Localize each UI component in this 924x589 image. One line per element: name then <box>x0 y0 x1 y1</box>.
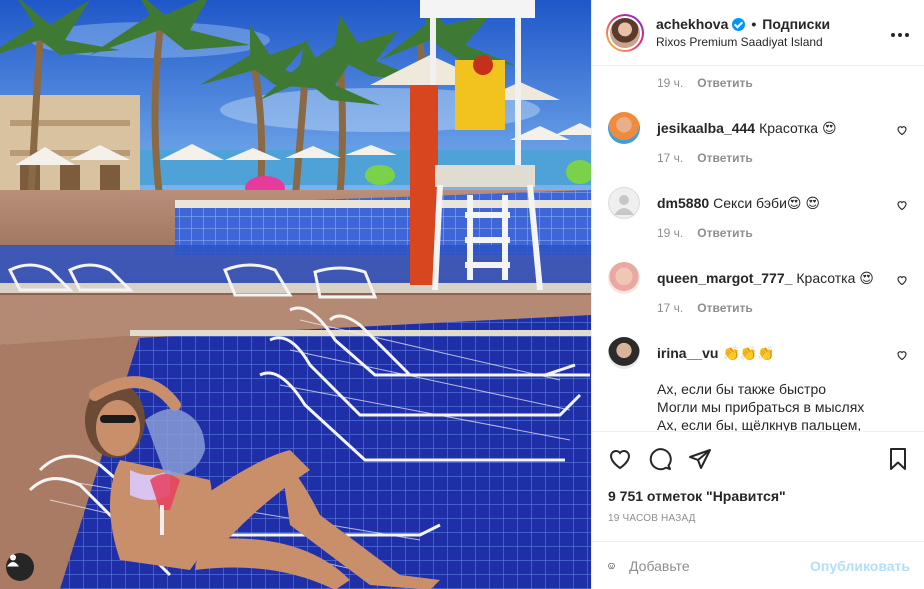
comment-time: 19 ч. <box>657 76 684 90</box>
comment-time: 17 ч. <box>657 151 684 165</box>
bookmark-icon[interactable] <box>886 447 910 471</box>
following-button[interactable]: Подписки <box>762 16 830 32</box>
like-comment-heart-icon[interactable] <box>896 274 908 286</box>
heart-icon[interactable] <box>608 447 632 471</box>
comment-item: dm5880 Секси бэби😍 😍 19 ч. Ответить <box>608 187 908 240</box>
comment-icon[interactable] <box>648 447 672 471</box>
post-location[interactable]: Rixos Premium Saadiyat Island <box>656 35 830 49</box>
verified-icon <box>732 17 746 31</box>
pool-scene-image <box>0 0 591 589</box>
reply-button[interactable]: Ответить <box>697 76 752 90</box>
add-comment-bar: Опубликовать <box>592 541 924 589</box>
comment-text: Секси бэби😍 😍 <box>713 195 820 211</box>
comment-poem-text: Ах, если бы также быстро Могли мы прибра… <box>657 380 886 431</box>
post-header: achekhova • Подписки Rixos Premium Saadi… <box>592 0 924 66</box>
comment-line: Ах, если бы также быстро <box>657 381 827 397</box>
comment-text: Красотка 😍 <box>796 270 874 286</box>
separator-dot: • <box>751 16 757 32</box>
emoji-icon[interactable] <box>608 554 615 578</box>
user-tag-button[interactable] <box>6 553 34 581</box>
user-tag-icon <box>7 554 19 567</box>
comment-username[interactable]: dm5880 <box>657 195 709 211</box>
commenter-avatar[interactable] <box>608 262 640 294</box>
post-timestamp: 19 ЧАСОВ НАЗАД <box>608 513 696 524</box>
post-modal: achekhova • Подписки Rixos Premium Saadi… <box>0 0 924 589</box>
comment-time: 19 ч. <box>657 226 684 240</box>
comment-line: Ах, если бы, щёлкнув пальцем, <box>657 417 862 431</box>
like-comment-heart-icon[interactable] <box>896 124 908 136</box>
comment-username[interactable]: queen_margot_777_ <box>657 270 792 286</box>
reply-button[interactable]: Ответить <box>697 151 752 165</box>
author-avatar[interactable] <box>606 13 644 52</box>
comment-text: Красотка 😍 <box>759 120 837 136</box>
commenter-avatar[interactable] <box>608 337 640 369</box>
comment-username[interactable]: irina__vu <box>657 345 718 361</box>
like-comment-heart-icon[interactable] <box>896 349 908 361</box>
publish-button[interactable]: Опубликовать <box>810 558 910 574</box>
comment-item: jesikaalba_444 Красотка 😍 17 ч. Ответить <box>608 112 908 165</box>
reply-button[interactable]: Ответить <box>697 301 752 315</box>
post-actions: 9 751 отметок "Нравится" 19 ЧАСОВ НАЗАД <box>592 431 924 541</box>
comment-meta: 19 ч. Ответить <box>608 76 908 90</box>
comment-meta: 19 ч. Ответить <box>657 226 886 240</box>
comment-item: irina__vu 👏👏👏 Ах, если бы также быстро Мо… <box>608 337 908 431</box>
post-side-panel: achekhova • Подписки Rixos Premium Saadi… <box>591 0 924 589</box>
commenter-avatar[interactable] <box>608 187 640 219</box>
more-icon[interactable] <box>890 22 910 43</box>
comment-meta: 17 ч. Ответить <box>657 151 886 165</box>
likes-count[interactable]: 9 751 отметок "Нравится" <box>608 488 910 504</box>
comment-meta: 17 ч. Ответить <box>657 301 886 315</box>
author-username[interactable]: achekhova <box>656 16 728 32</box>
commenter-avatar[interactable] <box>608 112 640 144</box>
comment-text: 👏👏👏 <box>722 345 775 361</box>
comment-item: queen_margot_777_ Красотка 😍 17 ч. Ответи… <box>608 262 908 315</box>
reply-button[interactable]: Ответить <box>697 226 752 240</box>
comment-input[interactable] <box>629 557 811 574</box>
comment-username[interactable]: jesikaalba_444 <box>657 120 755 136</box>
like-comment-heart-icon[interactable] <box>896 199 908 211</box>
comments-list[interactable]: 19 ч. Ответить jesikaalba_444 Красотка 😍 … <box>592 66 924 431</box>
share-icon[interactable] <box>688 447 712 471</box>
comment-time: 17 ч. <box>657 301 684 315</box>
post-photo[interactable] <box>0 0 591 589</box>
comment-line: Могли мы прибраться в мыслях <box>657 399 865 415</box>
